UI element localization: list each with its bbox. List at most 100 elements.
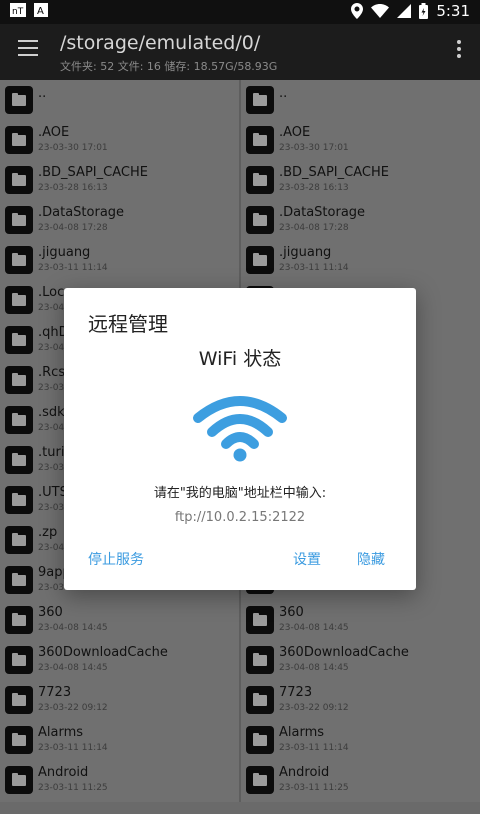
- folder-row[interactable]: 360 23-04-08 14:45: [241, 600, 480, 640]
- folder-row[interactable]: .BD_SAPI_CACHE 23-03-28 16:13: [0, 160, 239, 200]
- folder-date: 23-03-11 11:25: [38, 783, 108, 793]
- more-options-icon[interactable]: [456, 38, 462, 60]
- folder-row[interactable]: Android 23-03-11 11:25: [241, 760, 480, 800]
- folder-date: 23-03-11 11:14: [38, 743, 108, 753]
- folder-row[interactable]: Alarms 23-03-11 11:14: [241, 720, 480, 760]
- clock: 5:31: [436, 2, 470, 20]
- folder-date: 23-04: [38, 543, 65, 553]
- menu-icon[interactable]: [18, 40, 38, 60]
- folder-row[interactable]: .jiguang 23-03-11 11:14: [0, 240, 239, 280]
- folder-date: 23-03-22 09:12: [38, 703, 108, 713]
- current-path: /storage/emulated/0/: [60, 32, 261, 54]
- folder-date: 23-04-08 17:28: [279, 223, 349, 233]
- folder-icon: [5, 206, 33, 234]
- folder-date: 23-03-11 11:25: [279, 783, 349, 793]
- folder-name: 360: [279, 605, 304, 620]
- folder-icon: [5, 286, 33, 314]
- folder-name: .jiguang: [279, 245, 332, 260]
- folder-row[interactable]: 7723 23-03-22 09:12: [0, 680, 239, 720]
- folder-date: 23-04: [38, 423, 65, 433]
- stop-service-button[interactable]: 停止服务: [88, 549, 144, 569]
- folder-icon: [246, 606, 274, 634]
- folder-name: 360DownloadCache: [38, 645, 168, 660]
- folder-icon: [246, 766, 274, 794]
- folder-icon: [246, 206, 274, 234]
- folder-date: 23-03-11 11:14: [279, 263, 349, 273]
- toolbar: /storage/emulated/0/ 文件夹: 52 文件: 16 储存: …: [0, 24, 480, 80]
- folder-row[interactable]: .AOE 23-03-30 17:01: [241, 120, 480, 160]
- folder-icon: [5, 406, 33, 434]
- parent-folder-row[interactable]: ..: [0, 80, 239, 120]
- folder-row[interactable]: .BD_SAPI_CACHE 23-03-28 16:13: [241, 160, 480, 200]
- folder-row[interactable]: .DataStorage 23-04-08 17:28: [0, 200, 239, 240]
- folder-row[interactable]: Android 23-03-11 11:25: [0, 760, 239, 800]
- settings-button[interactable]: 设置: [293, 549, 321, 569]
- remote-management-dialog: 远程管理 WiFi 状态 请在"我的电脑"地址栏中输入: ftp://10.0.…: [64, 288, 416, 590]
- folder-date: 23-04-08 14:45: [279, 663, 349, 673]
- folder-date: 23-03: [38, 503, 65, 513]
- folder-name: .BD_SAPI_CACHE: [38, 165, 148, 180]
- folder-name: Android: [279, 765, 330, 780]
- folder-date: 23-03-30 17:01: [279, 143, 349, 153]
- svg-text:nT: nT: [12, 7, 24, 17]
- hide-button[interactable]: 隐藏: [357, 549, 385, 569]
- storage-stats: 文件夹: 52 文件: 16 储存: 18.57G/58.93G: [60, 60, 278, 73]
- folder-name: Alarms: [279, 725, 325, 740]
- folder-name: .DataStorage: [279, 205, 366, 220]
- folder-name: 360: [38, 605, 63, 620]
- folder-icon: [5, 646, 33, 674]
- status-bar: nT A 5:31: [0, 0, 480, 24]
- folder-name: .zp: [38, 525, 58, 540]
- folder-name: .jiguang: [38, 245, 91, 260]
- folder-name: .DataStorage: [38, 205, 125, 220]
- folder-icon: [5, 526, 33, 554]
- folder-name: 360DownloadCache: [279, 645, 409, 660]
- folder-icon: [246, 686, 274, 714]
- folder-date: 23-03: [38, 383, 65, 393]
- folder-date: 23-03-11 11:14: [38, 263, 108, 273]
- folder-row[interactable]: .AOE 23-03-30 17:01: [0, 120, 239, 160]
- folder-date: 23-03-22 09:12: [279, 703, 349, 713]
- folder-icon: [5, 566, 33, 594]
- folder-date: 23-03-28 16:13: [279, 183, 349, 193]
- folder-row[interactable]: 360DownloadCache 23-04-08 14:45: [241, 640, 480, 680]
- folder-icon: [5, 246, 33, 274]
- folder-date: 23-03-30 17:01: [38, 143, 108, 153]
- wifi-icon: [193, 396, 287, 462]
- folder-icon: [246, 126, 274, 154]
- folder-date: 23-03-28 16:13: [38, 183, 108, 193]
- folder-icon: [5, 606, 33, 634]
- folder-icon: [5, 126, 33, 154]
- folder-row[interactable]: Alarms 23-03-11 11:14: [0, 720, 239, 760]
- folder-icon: [246, 166, 274, 194]
- folder-icon: [5, 366, 33, 394]
- folder-icon: [246, 86, 274, 114]
- dialog-title: 远程管理: [88, 312, 168, 336]
- bottom-edge: [0, 802, 480, 814]
- location-icon: [351, 3, 364, 19]
- folder-icon: [246, 726, 274, 754]
- folder-row[interactable]: .jiguang 23-03-11 11:14: [241, 240, 480, 280]
- folder-name: .AOE: [38, 125, 70, 140]
- folder-icon: [5, 726, 33, 754]
- folder-icon: [5, 326, 33, 354]
- folder-date: 23-04-08 17:28: [38, 223, 108, 233]
- folder-row[interactable]: 360 23-04-08 14:45: [0, 600, 239, 640]
- ftp-address: ftp://10.0.2.15:2122: [174, 510, 306, 525]
- wifi-status-label: WiFi 状态: [198, 348, 282, 370]
- folder-icon: [5, 766, 33, 794]
- folder-name: ..: [279, 86, 288, 101]
- folder-name: .BD_SAPI_CACHE: [279, 165, 389, 180]
- folder-name: .AOE: [279, 125, 311, 140]
- folder-row[interactable]: 360DownloadCache 23-04-08 14:45: [0, 640, 239, 680]
- folder-name: Android: [38, 765, 89, 780]
- folder-icon: [5, 486, 33, 514]
- folder-date: 23-04: [38, 343, 65, 353]
- ftp-instruction: 请在"我的电脑"地址栏中输入:: [153, 486, 327, 501]
- folder-row[interactable]: .DataStorage 23-04-08 17:28: [241, 200, 480, 240]
- folder-icon: [5, 446, 33, 474]
- svg-text:A: A: [37, 6, 44, 17]
- folder-row[interactable]: 7723 23-03-22 09:12: [241, 680, 480, 720]
- parent-folder-row[interactable]: ..: [241, 80, 480, 120]
- folder-date: 23-04-08 14:45: [38, 623, 108, 633]
